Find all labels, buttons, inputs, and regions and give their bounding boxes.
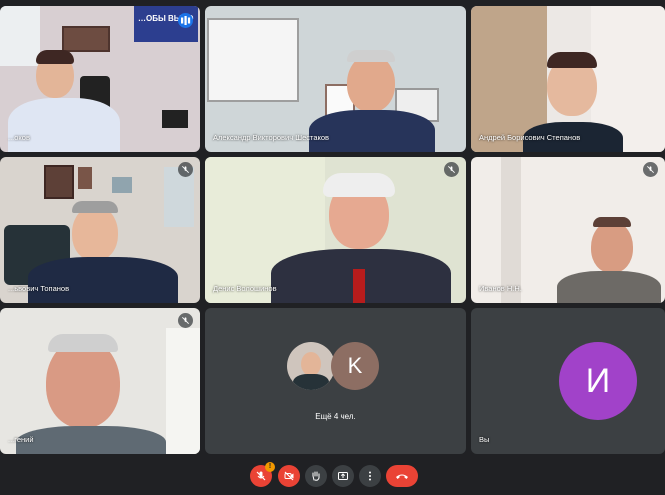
participant-name: ...гений: [8, 435, 34, 444]
mic-off-icon: [178, 313, 193, 328]
self-label: Вы: [479, 435, 490, 444]
participant-thumbnail: [287, 342, 335, 390]
self-avatar: И: [559, 342, 637, 420]
self-tile[interactable]: И Вы: [471, 308, 665, 454]
participant-name: Денис Волошинов: [213, 284, 277, 293]
warning-badge: !: [265, 462, 275, 472]
phone-hangup-icon: [396, 474, 408, 479]
participant-video: [205, 157, 466, 303]
participant-tile-2[interactable]: Александр Викторович Шестаков: [205, 6, 466, 152]
present-screen-button[interactable]: [332, 465, 354, 487]
participant-tile-5[interactable]: Денис Волошинов: [205, 157, 466, 303]
participant-tile-7[interactable]: ...гений: [0, 308, 200, 454]
raise-hand-button[interactable]: [305, 465, 327, 487]
participant-video: …ОБЫ ВЫЛО: [0, 6, 200, 152]
participant-video: [471, 6, 665, 152]
participant-name: Александр Викторович Шестаков: [213, 133, 330, 142]
mic-off-icon: [256, 471, 266, 481]
participant-tile-6[interactable]: Иванов Н.Н.: [471, 157, 665, 303]
participant-tile-4[interactable]: ...ьвович Топанов: [0, 157, 200, 303]
mic-off-icon: [643, 162, 658, 177]
participant-tile-3[interactable]: Андрей Борисович Степанов: [471, 6, 665, 152]
participant-video: [471, 157, 665, 303]
participant-name: Андрей Борисович Степанов: [479, 133, 581, 142]
participant-name: ...ьвович Топанов: [8, 284, 70, 293]
mic-off-icon: [178, 162, 193, 177]
end-call-button[interactable]: [386, 465, 418, 487]
participant-video: [0, 308, 200, 454]
present-icon: [338, 472, 348, 480]
mic-off-icon: [444, 162, 459, 177]
hand-icon: [312, 471, 320, 481]
camera-off-icon: [284, 471, 294, 481]
others-avatar: K: [331, 342, 379, 390]
speaking-indicator-icon: [178, 13, 193, 28]
participant-name: Иванов Н.Н.: [479, 284, 522, 293]
participant-video: [205, 6, 466, 152]
participant-name: ...оков: [8, 133, 30, 142]
camera-button[interactable]: [278, 465, 300, 487]
more-participants-label: Ещё 4 чел.: [315, 412, 356, 421]
more-vert-icon: [369, 471, 371, 481]
more-options-button[interactable]: [359, 465, 381, 487]
participant-tile-1[interactable]: …ОБЫ ВЫЛО ...оков: [0, 6, 200, 152]
more-participants-tile[interactable]: K Ещё 4 чел.: [205, 308, 466, 454]
participant-video: [0, 157, 200, 303]
